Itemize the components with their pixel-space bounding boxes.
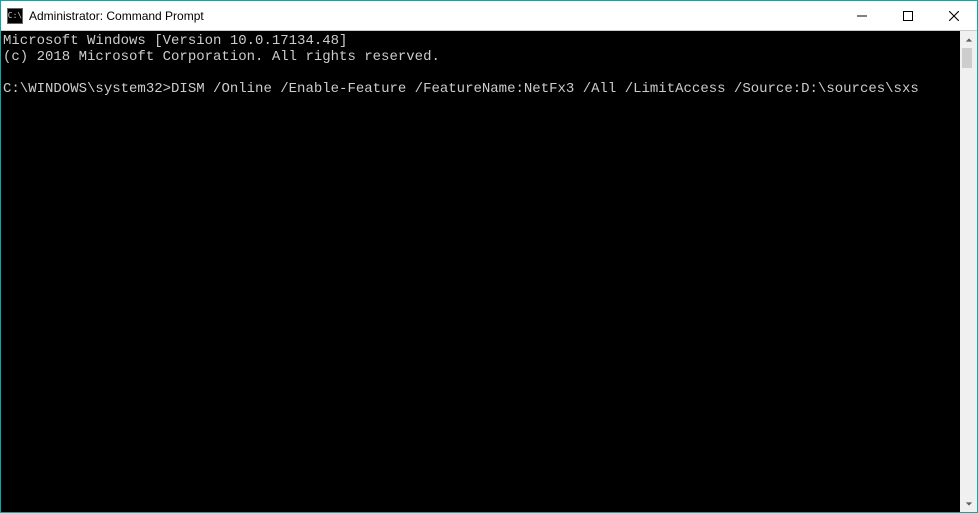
maximize-icon <box>903 11 913 21</box>
scroll-down-button[interactable] <box>960 495 977 512</box>
titlebar-left: C:\ Administrator: Command Prompt <box>7 8 204 24</box>
vertical-scrollbar[interactable] <box>960 31 977 512</box>
command-prompt-icon: C:\ <box>7 8 23 24</box>
prompt-path: C:\WINDOWS\system32> <box>3 81 171 97</box>
scroll-up-button[interactable] <box>960 31 977 48</box>
banner-line-1: Microsoft Windows [Version 10.0.17134.48… <box>3 33 347 49</box>
window-title: Administrator: Command Prompt <box>29 9 204 23</box>
maximize-button[interactable] <box>885 1 931 30</box>
chevron-up-icon <box>965 36 973 44</box>
scroll-track[interactable] <box>960 48 977 495</box>
scroll-thumb[interactable] <box>962 48 972 68</box>
command-text: DISM /Online /Enable-Feature /FeatureNam… <box>171 81 919 97</box>
window-controls <box>839 1 977 30</box>
banner-line-2: (c) 2018 Microsoft Corporation. All righ… <box>3 49 440 65</box>
close-icon <box>949 11 959 21</box>
minimize-button[interactable] <box>839 1 885 30</box>
command-prompt-icon-text: C:\ <box>8 12 22 20</box>
minimize-icon <box>857 11 867 21</box>
terminal-output[interactable]: Microsoft Windows [Version 10.0.17134.48… <box>1 31 960 512</box>
chevron-down-icon <box>965 500 973 508</box>
command-prompt-window: C:\ Administrator: Command Prompt Micros… <box>0 0 978 513</box>
close-button[interactable] <box>931 1 977 30</box>
titlebar[interactable]: C:\ Administrator: Command Prompt <box>1 1 977 31</box>
client-area: Microsoft Windows [Version 10.0.17134.48… <box>1 31 977 512</box>
